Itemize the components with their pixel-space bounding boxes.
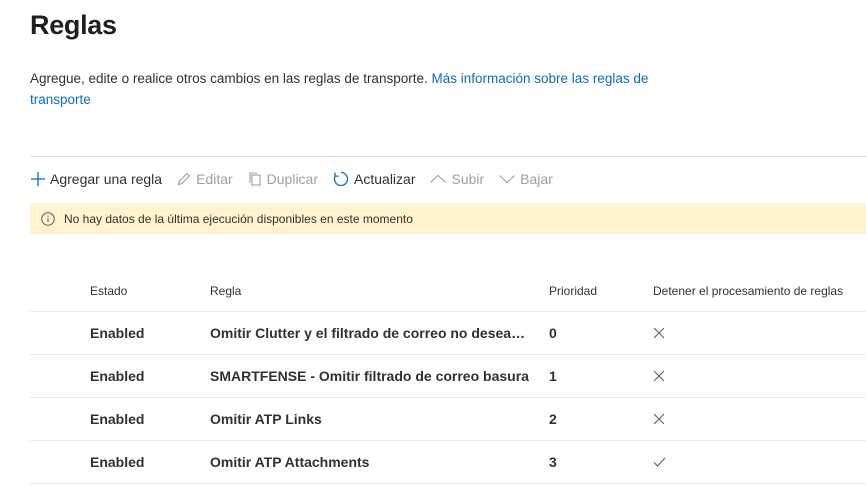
table-header: Estado Regla Prioridad Detener el proces… (30, 270, 866, 312)
row-regla[interactable]: Omitir ATP Links (210, 411, 530, 427)
command-bar: Agregar una regla Editar Duplicar Actual… (30, 166, 567, 192)
info-message-text: No hay datos de la última ejecución disp… (64, 211, 413, 226)
edit-label: Editar (196, 171, 233, 187)
chevron-up-icon (429, 171, 447, 187)
row-estado: Enabled (90, 368, 145, 384)
table-row[interactable]: Enabled Omitir Clutter y el filtrado de … (30, 312, 866, 355)
row-regla[interactable]: Omitir Clutter y el filtrado de correo n… (210, 325, 530, 341)
move-up-button[interactable]: Subir (429, 171, 484, 187)
table-row[interactable]: Enabled SMARTFENSE - Omitir filtrado de … (30, 355, 866, 398)
row-regla[interactable]: Omitir ATP Attachments (210, 454, 530, 470)
refresh-label: Actualizar (354, 171, 416, 187)
rules-table: Estado Regla Prioridad Detener el proces… (30, 270, 866, 484)
row-estado: Enabled (90, 325, 145, 341)
x-icon (653, 370, 866, 382)
edit-button[interactable]: Editar (176, 171, 233, 187)
move-up-label: Subir (451, 171, 485, 187)
info-message-bar: No hay datos de la última ejecución disp… (30, 203, 866, 234)
row-prioridad: 2 (549, 411, 557, 427)
chevron-down-icon (498, 171, 516, 187)
table-row[interactable]: Enabled Omitir ATP Links 2 (30, 398, 866, 441)
table-row[interactable]: Enabled Omitir ATP Attachments 3 (30, 441, 866, 484)
row-estado: Enabled (90, 454, 145, 470)
page-title: Reglas (30, 10, 117, 40)
column-header-regla[interactable]: Regla (210, 284, 530, 298)
move-down-button[interactable]: Bajar (498, 171, 553, 187)
row-prioridad: 3 (549, 454, 557, 470)
x-icon (653, 413, 866, 425)
add-rule-button[interactable]: Agregar una regla (30, 171, 162, 187)
toolbar-divider (30, 156, 866, 157)
column-header-estado[interactable]: Estado (90, 284, 190, 298)
add-rule-label: Agregar una regla (50, 171, 163, 187)
duplicate-button[interactable]: Duplicar (247, 171, 318, 187)
duplicate-label: Duplicar (266, 171, 319, 187)
column-header-prioridad[interactable]: Prioridad (549, 284, 629, 298)
refresh-icon (332, 170, 350, 188)
copy-icon (247, 171, 263, 187)
row-prioridad: 1 (549, 368, 557, 384)
refresh-button[interactable]: Actualizar (332, 170, 415, 188)
plus-icon (30, 171, 46, 187)
row-prioridad: 0 (549, 325, 557, 341)
page-description: Agregue, edite o realice otros cambios e… (30, 68, 670, 110)
row-estado: Enabled (90, 411, 145, 427)
info-icon (41, 211, 55, 226)
check-icon (653, 456, 866, 468)
column-header-detener[interactable]: Detener el procesamiento de reglas (653, 284, 866, 298)
pencil-icon (176, 171, 192, 187)
description-text: Agregue, edite o realice otros cambios e… (30, 71, 428, 86)
x-icon (653, 327, 866, 339)
move-down-label: Bajar (520, 171, 553, 187)
row-regla[interactable]: SMARTFENSE - Omitir filtrado de correo b… (210, 368, 530, 384)
